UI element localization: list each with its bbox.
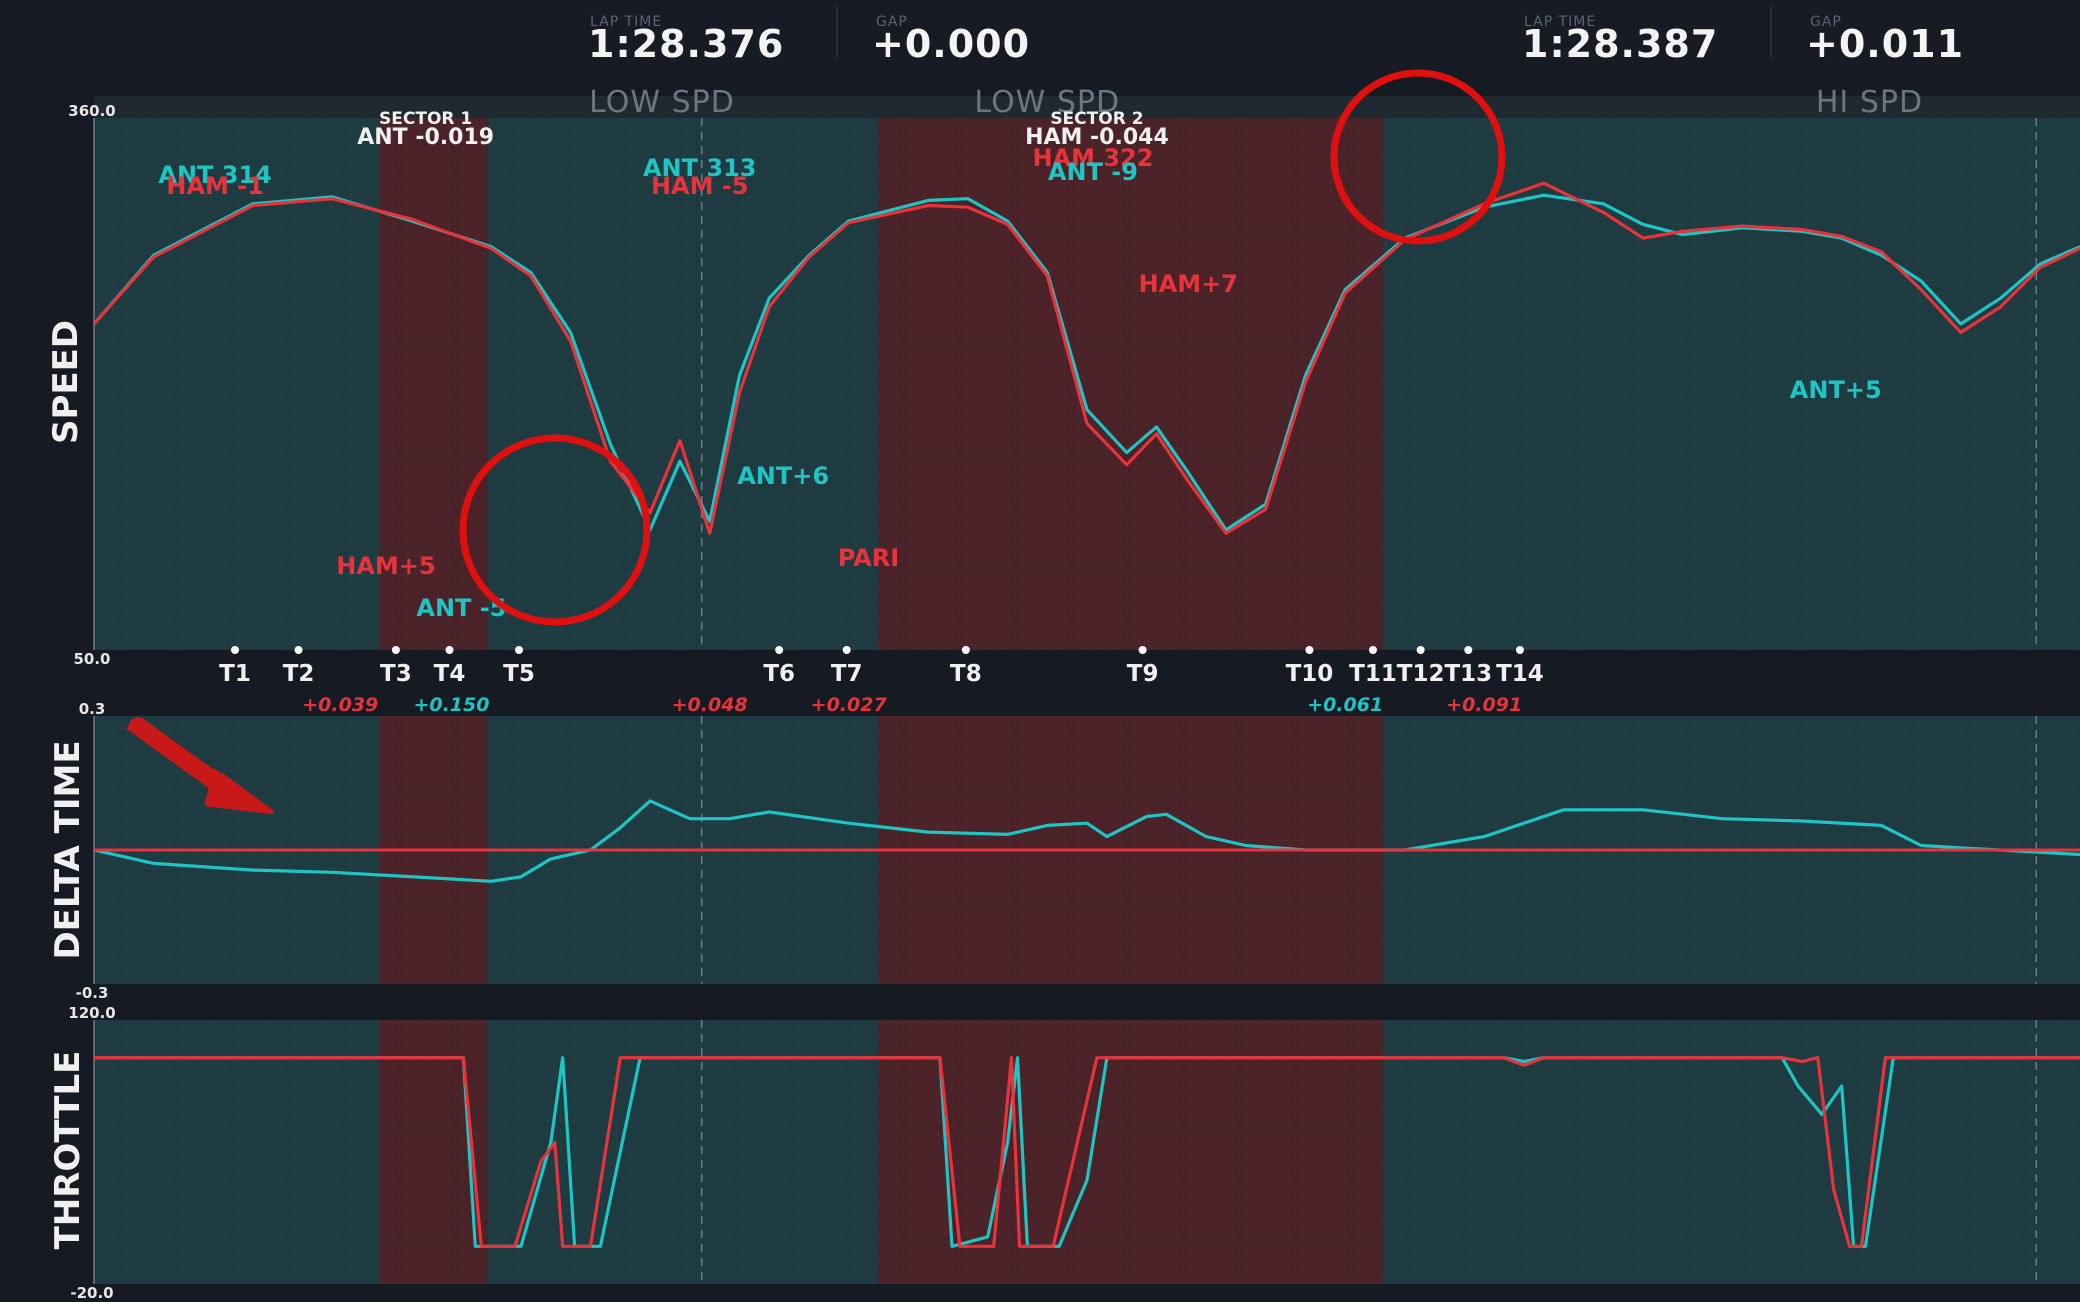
- throttle-ymax-tick: 120.0: [68, 1004, 115, 1022]
- turn-marker: [391, 646, 400, 654]
- turn-marker: [961, 646, 970, 654]
- turn-label: T13: [1444, 661, 1492, 687]
- delta-ymin-tick: -0.3: [76, 984, 109, 1002]
- sector-gap-label: +0.061: [1307, 694, 1383, 716]
- speed-annotation: HAM -1: [166, 172, 264, 200]
- throttle-ymin-tick: -20.0: [70, 1284, 113, 1302]
- speed-ymax-tick: 360.0: [68, 102, 115, 120]
- turn-label: T4: [434, 661, 466, 687]
- turn-label: T11: [1349, 661, 1397, 687]
- speed-annotation: HAM+5: [336, 552, 435, 580]
- panel-gap-band: [94, 984, 2080, 1020]
- turn-marker: [1416, 646, 1425, 654]
- sector-gap-label: +0.150: [413, 694, 489, 716]
- speed-annotation: PARI: [838, 544, 899, 572]
- turn-label: T9: [1127, 661, 1159, 687]
- speed-annotation: ANT+6: [737, 462, 829, 490]
- zone-label: HI SPD: [1816, 85, 1923, 120]
- turn-marker: [515, 646, 524, 654]
- turn-label: T8: [950, 661, 982, 687]
- turn-marker: [1305, 646, 1314, 654]
- turn-label: T3: [380, 661, 412, 687]
- turn-marker: [1515, 646, 1524, 654]
- turn-label: T6: [763, 661, 795, 687]
- turn-marker: [1464, 646, 1473, 654]
- turn-label: T2: [283, 661, 315, 687]
- turn-label: T7: [831, 661, 863, 687]
- turn-label: T12: [1397, 661, 1445, 687]
- turn-marker: [1368, 646, 1377, 654]
- turn-marker: [231, 646, 240, 654]
- sector-delta: ANT -0.019: [357, 125, 494, 150]
- turn-label: T1: [219, 661, 251, 687]
- sector-gap-label: +0.039: [302, 694, 378, 716]
- speed-annotation: ANT+5: [1790, 376, 1882, 404]
- turn-label: T14: [1496, 661, 1544, 687]
- turn-marker: [445, 646, 454, 654]
- zone-label: LOW SPD: [589, 85, 735, 120]
- sector-gap-label: +0.091: [1446, 694, 1522, 716]
- turn-marker: [1138, 646, 1147, 654]
- turn-marker: [842, 646, 851, 654]
- delta-ymax-tick: 0.3: [79, 700, 106, 718]
- telemetry-chart: 360.050.00.3-0.3120.0-20.0LOW SPD LOW SPD…: [68, 69, 2080, 1302]
- speed-annotation: ANT -9: [1048, 158, 1138, 186]
- speed-ymin-tick: 50.0: [73, 650, 110, 668]
- turn-label: T10: [1286, 661, 1334, 687]
- turn-label: T5: [503, 661, 535, 687]
- speed-annotation: HAM -5: [651, 172, 749, 200]
- turn-marker: [775, 646, 784, 654]
- sector-gap-label: +0.027: [811, 694, 888, 716]
- telemetry-screen: LAP TIME 1:28.376 GAP +0.000 LAP TIME 1:…: [0, 0, 2080, 1302]
- turn-marker: [294, 646, 303, 654]
- speed-annotation: HAM+7: [1139, 270, 1238, 298]
- sector-gap-label: +0.048: [672, 694, 748, 716]
